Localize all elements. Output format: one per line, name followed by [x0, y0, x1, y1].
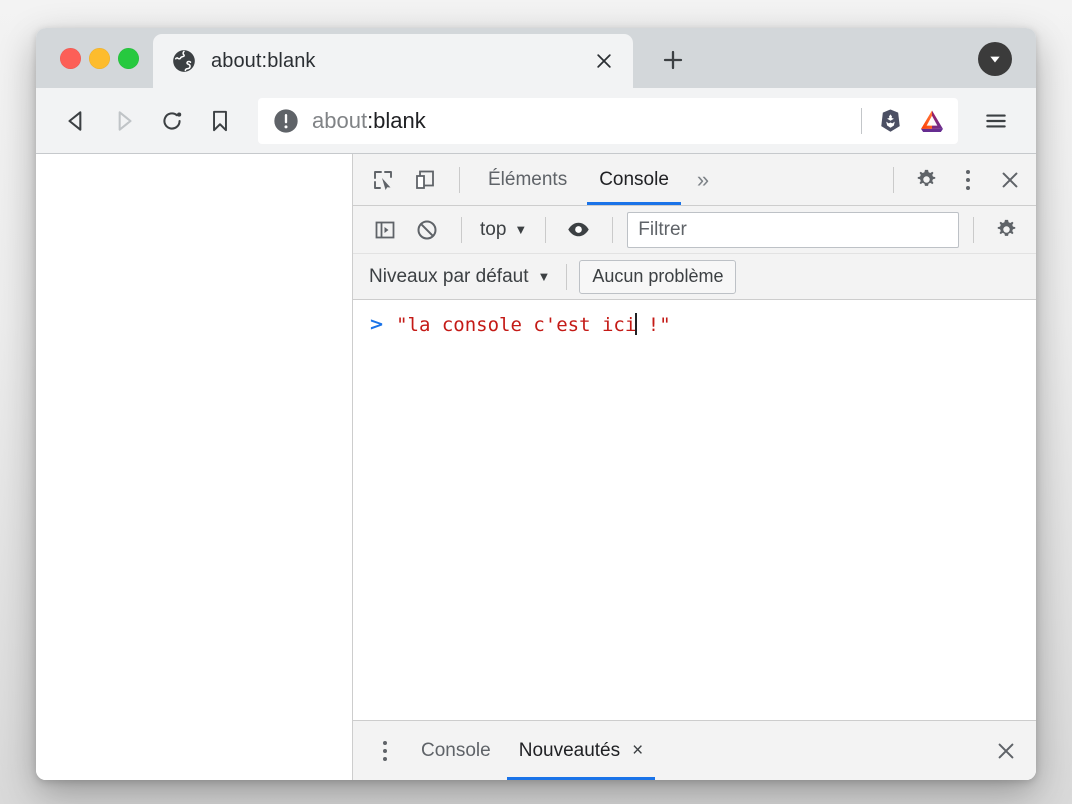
url-divider: [861, 107, 862, 134]
console-settings-gear-icon[interactable]: [986, 210, 1026, 250]
drawer-tab-console[interactable]: Console: [407, 721, 505, 780]
browser-tab[interactable]: about:blank: [153, 34, 633, 88]
url-text: about:blank: [312, 108, 857, 134]
chevron-down-icon: ▼: [514, 222, 528, 237]
devtools-divider: [459, 166, 460, 193]
info-circle-icon[interactable]: [272, 107, 300, 135]
page-viewport: [36, 154, 352, 780]
tab-elements[interactable]: Éléments: [472, 154, 583, 205]
console-divider-3: [612, 216, 614, 243]
content-area: Éléments Console » top ▼ Filtrer Niveaux…: [36, 154, 1036, 780]
new-tab-button[interactable]: [651, 38, 695, 82]
drawer-tab-whats-new-label: Nouveautés: [518, 739, 621, 761]
close-icon[interactable]: [990, 160, 1030, 200]
reload-button[interactable]: [148, 97, 196, 145]
filter-bar-divider: [566, 263, 568, 290]
console-output[interactable]: > "la console c'est ici !": [353, 300, 1036, 720]
tab-console[interactable]: Console: [583, 154, 685, 205]
kebab-menu-icon[interactable]: [948, 160, 988, 200]
clear-console-icon[interactable]: [407, 210, 447, 250]
console-divider-4: [973, 216, 974, 243]
console-text-before-caret: "la console c'est ici: [396, 314, 637, 336]
log-levels-label: Niveaux par défaut: [369, 265, 529, 287]
browser-menu-button[interactable]: [974, 99, 1018, 143]
window-minimize-button[interactable]: [89, 47, 110, 69]
window-zoom-button[interactable]: [118, 47, 139, 69]
execution-context-value: top: [480, 218, 507, 240]
drawer-tab-close-icon[interactable]: ×: [632, 741, 643, 760]
forward-button: [100, 97, 148, 145]
drawer-tabbar: Console Nouveautés ×: [353, 720, 1036, 780]
live-expression-icon[interactable]: [558, 210, 598, 250]
console-text-after-caret: !": [636, 314, 671, 336]
more-tabs-icon[interactable]: »: [685, 154, 721, 205]
devtools-panel: Éléments Console » top ▼ Filtrer Niveaux…: [352, 154, 1036, 780]
tab-title: about:blank: [211, 49, 316, 72]
chevron-down-icon: ▼: [537, 269, 551, 284]
filter-input[interactable]: Filtrer: [627, 211, 959, 248]
log-levels-select[interactable]: Niveaux par défaut ▼: [365, 260, 554, 294]
device-toolbar-icon[interactable]: [405, 160, 445, 200]
bookmark-button[interactable]: [196, 97, 244, 145]
bat-triangle-icon[interactable]: [912, 101, 952, 141]
console-divider-2: [545, 216, 547, 243]
window-close-button[interactable]: [60, 47, 81, 69]
issues-button[interactable]: Aucun problème: [579, 259, 737, 294]
console-line[interactable]: > "la console c'est ici !": [353, 310, 1036, 340]
drawer-tab-whats-new[interactable]: Nouveautés ×: [505, 721, 658, 780]
url-bar[interactable]: about:blank: [258, 97, 958, 144]
browser-window: about:blank about:blank Éléments Console…: [36, 28, 1036, 780]
window-traffic-lights: [36, 28, 153, 88]
drawer-kebab-menu-icon[interactable]: [365, 731, 405, 771]
console-prompt-icon: >: [369, 314, 385, 335]
globe-icon: [171, 48, 197, 74]
execution-context-select[interactable]: top ▼: [474, 213, 533, 247]
devtools-divider-right: [893, 166, 894, 193]
drawer-close-icon[interactable]: [986, 731, 1026, 771]
navigation-toolbar: about:blank: [36, 88, 1036, 154]
console-divider-1: [461, 216, 462, 243]
tab-search-button[interactable]: [978, 42, 1012, 76]
inspect-element-icon[interactable]: [363, 160, 403, 200]
brave-lion-icon[interactable]: [870, 101, 910, 141]
gear-icon[interactable]: [906, 160, 946, 200]
back-button[interactable]: [52, 97, 100, 145]
url-scheme: about: [312, 107, 368, 133]
tab-strip: about:blank: [36, 28, 1036, 88]
console-filter-bar: Niveaux par défaut ▼ Aucun problème: [353, 254, 1036, 300]
console-input-text[interactable]: "la console c'est ici !": [396, 312, 671, 338]
tab-close-button[interactable]: [581, 38, 627, 84]
devtools-tabbar: Éléments Console »: [353, 154, 1036, 206]
console-toolbar: top ▼ Filtrer: [353, 206, 1036, 254]
url-path: :blank: [367, 107, 426, 133]
console-sidebar-icon[interactable]: [365, 210, 405, 250]
